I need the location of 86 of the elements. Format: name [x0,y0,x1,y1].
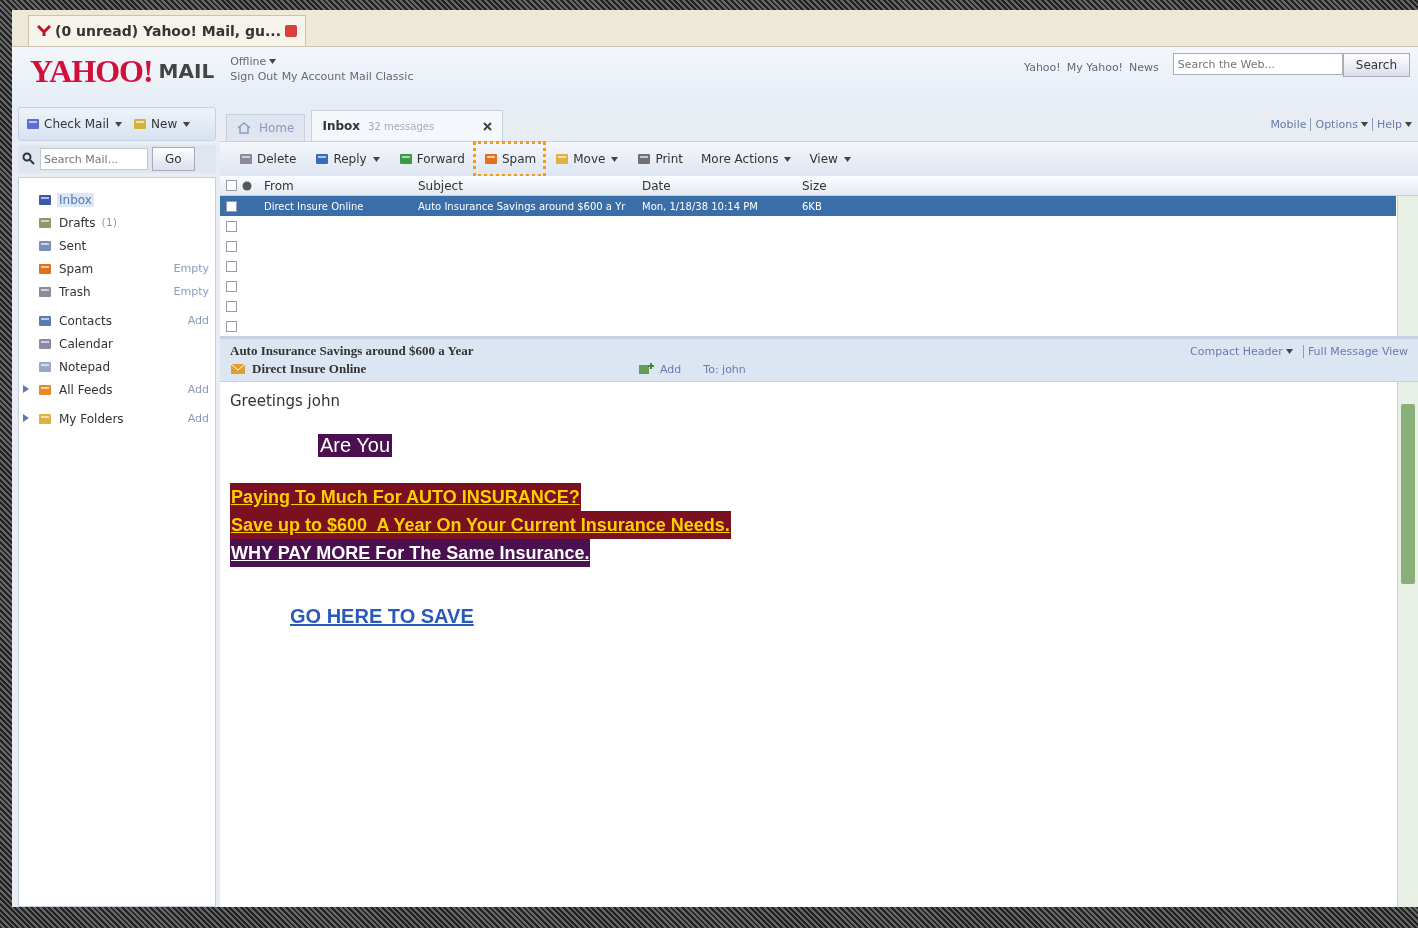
recipient-text: To: john [703,362,746,376]
search-button[interactable]: Search [1342,53,1410,77]
column-header[interactable]: Subject [418,178,642,193]
folder-item[interactable]: Notepad [57,359,112,374]
message-row[interactable]: Direct Insure Online Auto Insurance Savings around $600 a Yr Mon, 1/18/38 10:14 PM 6KB [220,196,1396,217]
select-all-checkbox[interactable] [226,180,237,191]
header-link[interactable]: Full Message View [1302,344,1408,358]
search-icon [22,152,36,166]
promo-text: Save up to $600 A Year On Your Current Insurance Needs. [230,511,731,539]
caret-icon [1285,348,1293,354]
toolbar-button[interactable]: New [132,116,191,132]
size-cell-text: 6KB [802,200,823,212]
toolbar-button[interactable]: Spam [480,149,539,169]
row-checkbox[interactable] [226,200,237,212]
folder-item[interactable]: Calendar [57,336,115,351]
caret-icon [1360,121,1368,127]
scrollbar[interactable] [1397,196,1418,336]
logo-text: MAIL [158,59,215,83]
row-checkbox[interactable] [226,280,237,292]
message-count: 32 messages [368,120,435,132]
envelope-icon [230,362,246,376]
folder-item[interactable]: Drafts [57,215,98,230]
column-header[interactable]: From [264,178,418,193]
headline-text: Are You [318,434,393,457]
browser-tab[interactable]: (0 unread) Yahoo! Mail, gu... [28,15,306,46]
unread-count: (1) [101,216,118,229]
top-link[interactable]: My Yahoo! [1066,61,1124,74]
tab[interactable]: Inbox 32 messages [311,110,504,141]
caret-icon [1405,121,1412,127]
row-checkbox[interactable] [226,240,237,252]
row-checkbox[interactable] [226,300,237,312]
expand-icon[interactable] [23,384,29,393]
row-checkbox[interactable] [226,220,237,232]
attachment-status-icon [242,180,252,191]
toolbar-button[interactable]: Delete [236,149,299,169]
caret-icon [183,121,191,127]
logo: YAHOO! [30,53,153,90]
account-link[interactable]: Mail Classic [349,70,414,83]
message-subject: Auto Insurance Savings around $600 a Year [230,343,474,359]
toolbar-button[interactable]: Forward [395,149,467,169]
date-cell-text: Mon, 1/18/38 10:14 PM [642,200,759,212]
row-checkbox[interactable] [226,320,237,332]
util-link[interactable]: Options [1310,117,1368,131]
search-field[interactable]: Search Mail... [40,148,148,170]
subject-cell-text: Auto Insurance Savings around $600 a Yr [418,200,627,212]
toolbar-button[interactable]: Check Mail [25,116,123,132]
toolbar-button[interactable]: Print [634,149,685,169]
account-link[interactable]: My Account [281,70,346,83]
folder-item[interactable]: Contacts [57,313,114,328]
caret-icon [115,121,123,127]
column-header[interactable]: Date [642,178,802,193]
expand-icon[interactable] [23,413,29,422]
promo-link[interactable]: GO HERE TO SAVE [290,605,474,628]
top-link[interactable]: Yahoo! [1023,61,1061,74]
folder-item[interactable]: My Folders [57,411,126,426]
scrollbar[interactable] [1397,382,1418,907]
folder-item[interactable]: Sent [57,238,89,253]
util-link[interactable]: Mobile [1270,117,1307,131]
util-link[interactable]: Help [1371,117,1412,131]
toolbar-button[interactable]: Reply [312,149,382,169]
folder-item[interactable]: Spam [57,261,96,276]
close-icon[interactable] [483,121,493,131]
column-header[interactable]: Size [802,178,862,193]
web-search-field[interactable]: Search the Web... [1172,53,1343,75]
promo-text: WHY PAY MORE For The Same Insurance. [230,539,591,567]
greeting-text: Greetings john [230,392,340,410]
home-icon [237,122,251,134]
toolbar-button[interactable]: Move [552,149,621,169]
folder-item[interactable]: Inbox [57,192,94,207]
sender-cell-text: Direct Insure Online [264,200,365,212]
go-button[interactable]: Go [152,147,195,171]
promo-text: Paying To Much For AUTO INSURANCE? [230,483,581,511]
y-logo-icon [37,25,51,37]
folder-item[interactable]: Trash [57,284,93,299]
add-contact-icon [638,362,654,376]
folder-item[interactable]: All Feeds [57,382,115,397]
sender-name: Direct Insure Online [252,361,368,377]
toolbar-button[interactable]: More Actions [699,150,794,168]
caret-icon [269,59,277,64]
status-menu[interactable]: Offline [230,55,414,68]
close-icon[interactable] [284,25,297,37]
account-link[interactable]: Sign Out [230,70,278,83]
row-checkbox[interactable] [226,260,237,272]
toolbar-button[interactable]: View [807,150,853,168]
scrollbar-thumb[interactable] [1401,404,1415,584]
top-link[interactable]: News [1129,61,1159,74]
